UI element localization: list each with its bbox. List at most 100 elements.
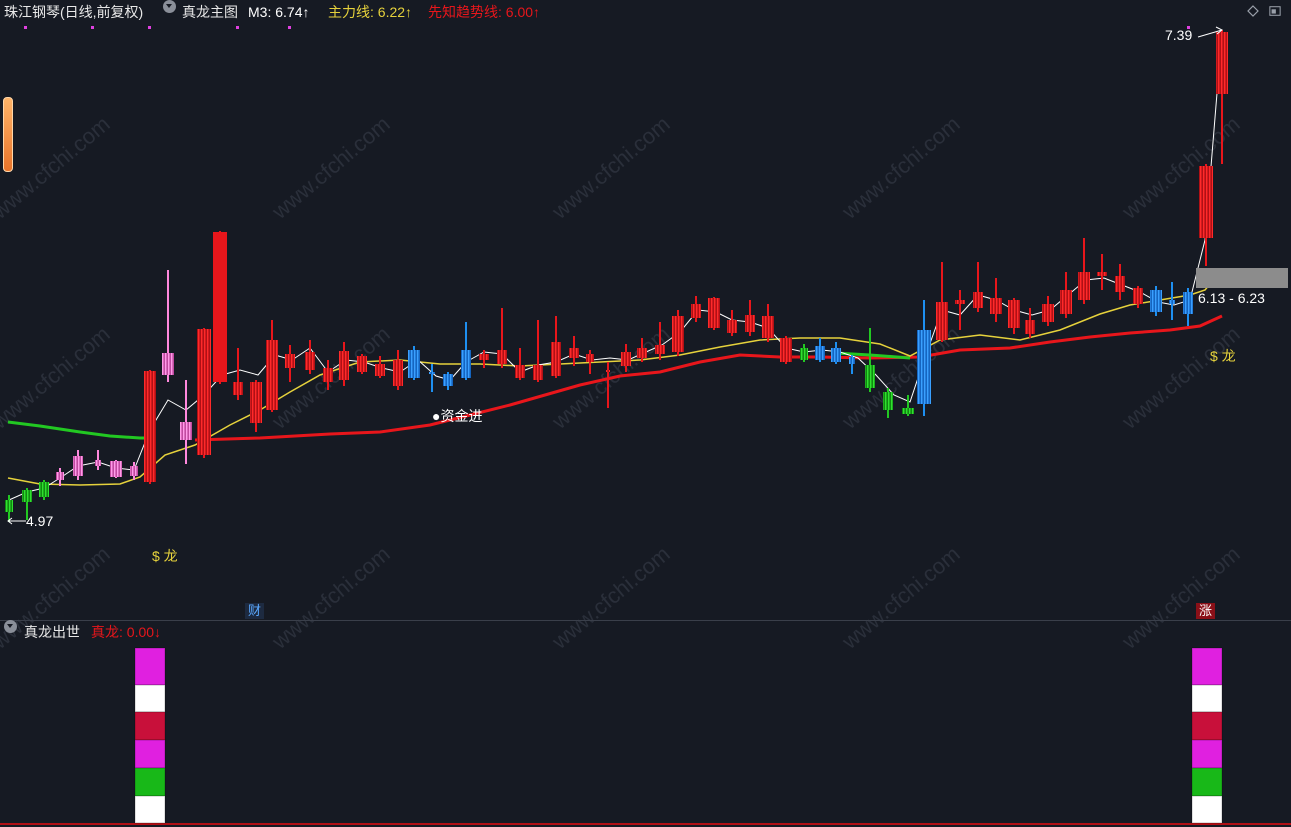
candle-body bbox=[266, 340, 278, 410]
candle-body bbox=[213, 232, 227, 382]
dragon-column-segment bbox=[1192, 685, 1222, 712]
range-label: 6.13 - 6.23 bbox=[1198, 290, 1265, 306]
candle-body bbox=[1199, 166, 1213, 238]
candle-body bbox=[1025, 320, 1035, 334]
candles bbox=[5, 30, 1228, 522]
candle-body bbox=[586, 354, 594, 362]
dragon-column-segment bbox=[1192, 648, 1222, 685]
dragon-column-segment bbox=[1192, 712, 1222, 740]
candle-body bbox=[393, 360, 403, 386]
cai-badge[interactable]: 财 bbox=[245, 603, 265, 619]
candle-body bbox=[461, 350, 471, 378]
zhang-badge[interactable]: 涨 bbox=[1196, 603, 1216, 619]
candle-body bbox=[110, 461, 122, 477]
candle-body bbox=[708, 298, 720, 328]
candle-body bbox=[1115, 276, 1125, 292]
candle-body bbox=[1169, 300, 1175, 304]
candle-body bbox=[357, 356, 367, 372]
candle-body bbox=[323, 368, 333, 382]
dragon-value: 真龙: 0.00↓ bbox=[91, 624, 162, 640]
candle-body bbox=[1183, 292, 1193, 314]
candle-body bbox=[22, 490, 32, 502]
candle-body bbox=[130, 466, 138, 476]
candle-body bbox=[162, 353, 174, 375]
candle-body bbox=[233, 382, 243, 395]
candle-body bbox=[197, 329, 211, 455]
dragon-column-segment bbox=[1192, 796, 1222, 823]
svg-text:www.cfchi.com: www.cfchi.com bbox=[1116, 111, 1244, 224]
candlestick-chart[interactable]: www.cfchi.com www.cfchi.com www.cfchi.co… bbox=[0, 0, 1291, 827]
funds-in-label: ●资金进 bbox=[432, 408, 483, 424]
candle-body bbox=[1078, 272, 1090, 300]
candle-body bbox=[1060, 290, 1072, 314]
candle-body bbox=[375, 364, 385, 376]
candle-body bbox=[936, 302, 948, 340]
dragon-column-segment bbox=[135, 740, 165, 768]
candle-body bbox=[849, 357, 855, 364]
candle-body bbox=[762, 316, 774, 338]
low-price-label: 4.97 bbox=[26, 513, 54, 529]
candle-body bbox=[305, 352, 315, 370]
candle-body bbox=[569, 348, 579, 358]
candle-body bbox=[606, 370, 610, 372]
dragon-label-right: $ 龙 bbox=[1210, 348, 1236, 364]
candle-body bbox=[533, 365, 543, 380]
top-markers bbox=[24, 26, 1190, 29]
svg-text:www.cfchi.com: www.cfchi.com bbox=[1116, 321, 1244, 434]
dragon-column-segment bbox=[135, 768, 165, 796]
dragon-column-segment bbox=[135, 796, 165, 823]
svg-text:www.cfchi.com: www.cfchi.com bbox=[266, 111, 394, 224]
candle-body bbox=[73, 456, 83, 476]
candle-body bbox=[780, 338, 792, 362]
candle-body bbox=[745, 315, 755, 332]
candle-body bbox=[1216, 32, 1228, 94]
candle-body bbox=[621, 352, 631, 366]
sub-indicator-dropdown-icon[interactable] bbox=[4, 620, 17, 633]
candle-body bbox=[637, 348, 647, 358]
candle-body bbox=[831, 348, 841, 362]
range-box bbox=[1196, 268, 1288, 288]
candle-body bbox=[727, 320, 737, 333]
candle-body bbox=[551, 342, 561, 376]
candle-body bbox=[39, 482, 49, 497]
svg-text:www.cfchi.com: www.cfchi.com bbox=[836, 111, 964, 224]
sub-chart-header: 真龙出世 真龙: 0.00↓ bbox=[0, 620, 1291, 644]
candle-body bbox=[883, 392, 893, 410]
candle-body bbox=[1097, 272, 1107, 276]
svg-text:www.cfchi.com: www.cfchi.com bbox=[0, 111, 115, 224]
candle-body bbox=[1133, 288, 1143, 304]
candle-body bbox=[56, 472, 64, 480]
dragon-column-segment bbox=[135, 712, 165, 740]
candle-body bbox=[917, 330, 931, 404]
candle-body bbox=[180, 422, 192, 440]
candle-body bbox=[497, 350, 507, 364]
candle-body bbox=[408, 350, 420, 378]
candle-body bbox=[990, 298, 1002, 314]
candle-body bbox=[973, 292, 983, 308]
dragon-column-segment bbox=[1192, 768, 1222, 796]
candle-body bbox=[339, 351, 349, 380]
high-price-label: 7.39 bbox=[1165, 27, 1193, 43]
trend-line-green bbox=[7, 420, 155, 440]
dragon-column-segment bbox=[1192, 740, 1222, 768]
candle-body bbox=[955, 300, 965, 304]
sub-indicator-name[interactable]: 真龙出世 bbox=[24, 620, 80, 644]
candle-body bbox=[1150, 290, 1162, 312]
candle-body bbox=[250, 382, 262, 423]
candle-body bbox=[865, 365, 875, 388]
candle-body bbox=[443, 374, 453, 386]
svg-text:www.cfchi.com: www.cfchi.com bbox=[546, 111, 674, 224]
candle-body bbox=[1008, 300, 1020, 328]
candle-body bbox=[95, 460, 101, 466]
candle-body bbox=[1042, 304, 1054, 322]
dragon-column-segment bbox=[135, 648, 165, 685]
candle-body bbox=[815, 346, 825, 360]
svg-text:www.cfchi.com: www.cfchi.com bbox=[0, 321, 115, 434]
candle-body bbox=[672, 316, 684, 352]
candle-body bbox=[429, 372, 435, 374]
candle-body bbox=[691, 304, 701, 318]
candle-body bbox=[5, 500, 13, 512]
dragon-column-segment bbox=[135, 685, 165, 712]
candle-body bbox=[902, 408, 914, 414]
dragon-columns bbox=[134, 647, 1223, 824]
